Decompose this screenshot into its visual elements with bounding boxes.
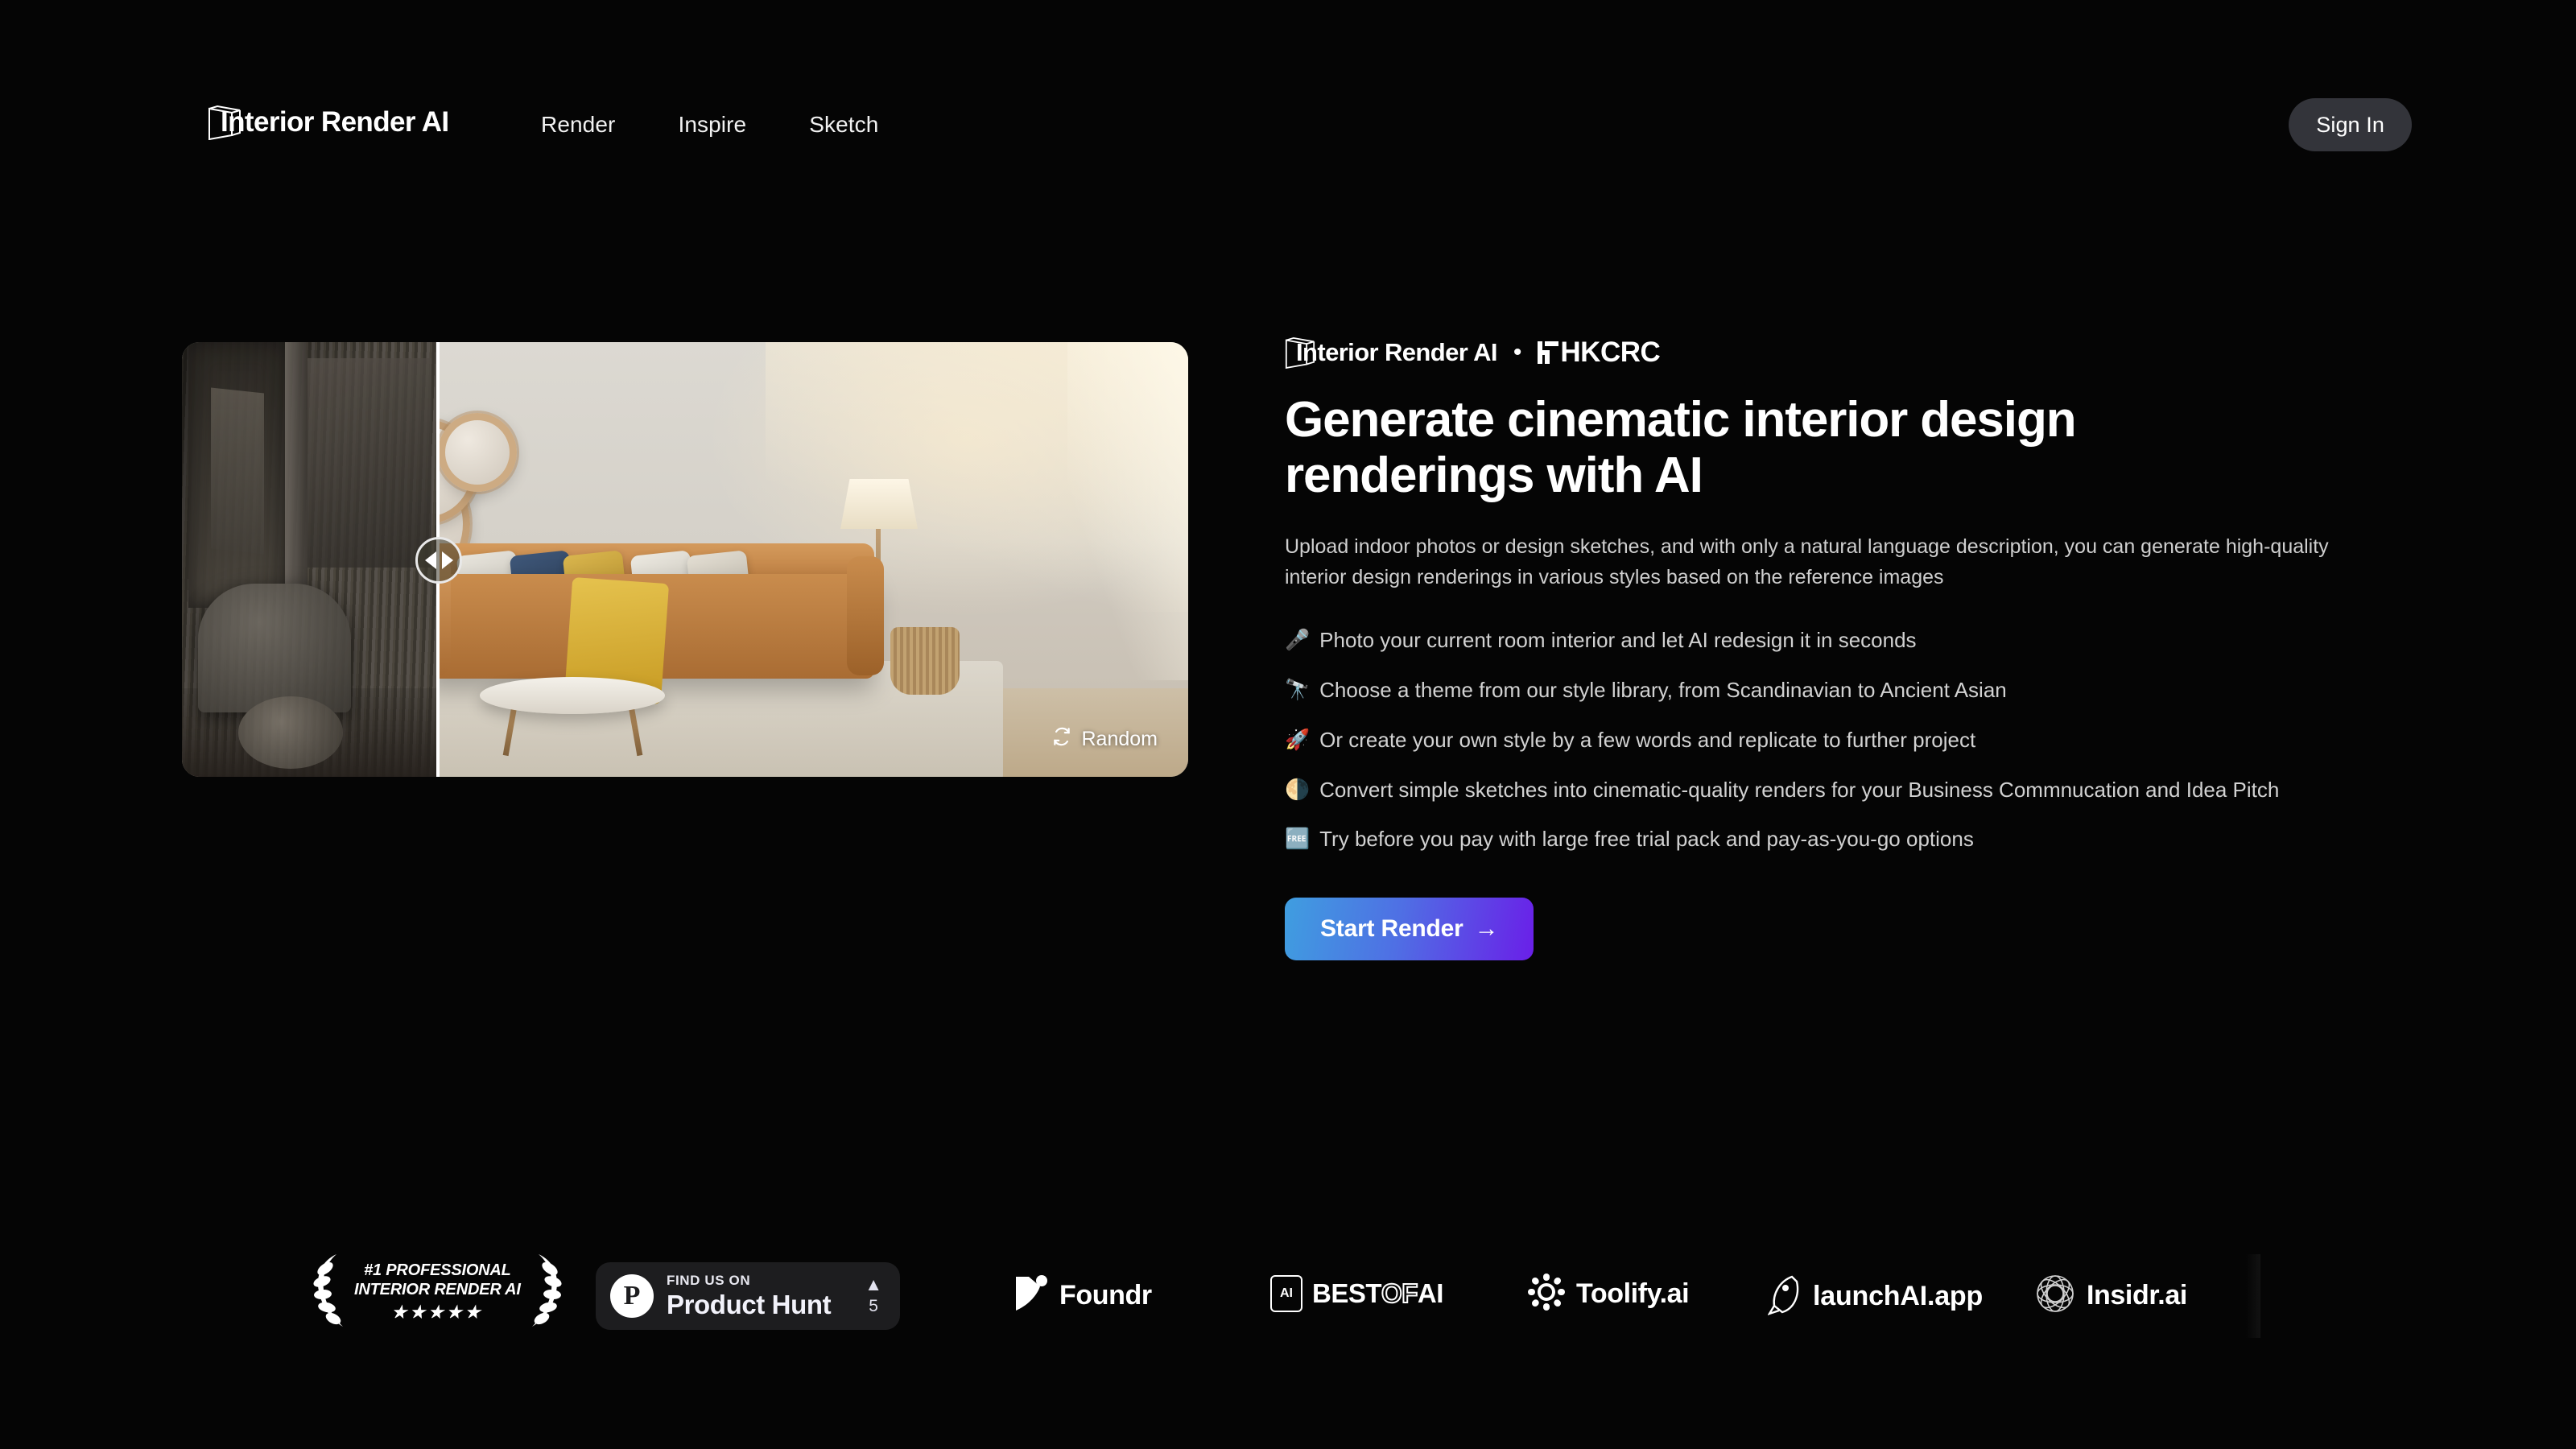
- free-button-emoji: 🆓: [1285, 828, 1311, 851]
- laurel-award-badge: #1 PROFESSIONAL INTERIOR RENDER AI ★★★★★: [312, 1251, 563, 1332]
- laurel-stars: ★★★★★: [391, 1302, 484, 1322]
- sign-in-button[interactable]: Sign In: [2289, 98, 2412, 151]
- insidr-name: Insidr.ai: [2087, 1280, 2187, 1311]
- site-header: Interior Render AI Render Inspire Sketch…: [0, 0, 2576, 177]
- boa-part-best: BEST: [1312, 1278, 1382, 1308]
- rocket-emoji: 🚀: [1285, 728, 1311, 751]
- feature-item: 🚀 Or create your own style by a few word…: [1285, 726, 2323, 755]
- microphone-emoji: 🎤: [1285, 628, 1311, 651]
- insidr-ai-logo[interactable]: Insidr.ai: [2035, 1274, 2187, 1318]
- right-arrow-icon: [441, 551, 453, 569]
- refresh-cycle-icon: [1051, 726, 1072, 753]
- hero-subtitle: Upload indoor photos or design sketches,…: [1285, 535, 2329, 588]
- hkcrc-mark-icon: [1538, 341, 1559, 364]
- product-hunt-title: Product Hunt: [667, 1289, 832, 1319]
- feature-text: Or create your own style by a few words …: [1319, 727, 1976, 752]
- toolify-name: Toolify.ai: [1576, 1278, 1690, 1309]
- best-of-ai-logo[interactable]: AI BEST O F AI: [1270, 1275, 1443, 1312]
- upvote-count: 5: [869, 1297, 878, 1315]
- main-nav: Render Inspire Sketch: [541, 112, 878, 138]
- hkcrc-logo: HKCRC: [1538, 336, 1661, 369]
- compare-slider-handle[interactable]: [415, 537, 462, 584]
- brand-logo[interactable]: Interior Render AI: [208, 103, 449, 142]
- round-mirror-small: [438, 413, 517, 492]
- nav-item-inspire[interactable]: Inspire: [678, 112, 746, 138]
- boa-part-f: F: [1401, 1278, 1418, 1309]
- page-title: Generate cinematic interior design rende…: [1285, 392, 2077, 504]
- left-arrow-icon: [424, 551, 436, 569]
- start-render-button[interactable]: Start Render →: [1285, 898, 1534, 961]
- feature-item: 🔭 Choose a theme from our style library,…: [1285, 676, 2323, 705]
- product-hunt-kicker: FIND US ON: [667, 1272, 751, 1288]
- arrow-right-icon: →: [1474, 915, 1499, 943]
- feature-text: Try before you pay with large free trial…: [1319, 827, 1974, 852]
- laurel-left-icon: [312, 1251, 349, 1332]
- foundr-mark-icon: [1013, 1274, 1048, 1318]
- coffee-table: [480, 677, 665, 714]
- boa-part-ai: AI: [1417, 1278, 1444, 1308]
- floor-lamp-shade: [840, 479, 918, 529]
- hkcrc-name: HKCRC: [1560, 336, 1661, 368]
- launch-rocket-icon: [1767, 1274, 1802, 1319]
- launchai-name: launchAI.app: [1813, 1281, 1984, 1311]
- telescope-emoji: 🔭: [1285, 678, 1311, 701]
- laurel-right-icon: [526, 1251, 563, 1332]
- product-hunt-text: FIND US ON Product Hunt: [667, 1272, 832, 1320]
- feature-item: 🌗 Convert simple sketches into cinematic…: [1285, 776, 2323, 805]
- before-after-compare-slider[interactable]: Random: [182, 342, 1188, 777]
- before-image-detail: [182, 342, 436, 777]
- laurel-line1: #1 PROFESSIONAL: [364, 1261, 511, 1279]
- eyebrow-separator: •: [1513, 339, 1522, 365]
- best-of-ai-name: BEST O F AI: [1312, 1278, 1443, 1309]
- woven-basket: [890, 627, 960, 695]
- eyebrow-brand-name: Interior Render AI: [1296, 338, 1497, 366]
- product-hunt-icon: P: [610, 1274, 654, 1318]
- laurel-line2: INTERIOR RENDER AI: [354, 1281, 521, 1299]
- logo-bar-scroll-fade: [2246, 1254, 2260, 1338]
- waning-gibbous-moon-emoji: 🌗: [1285, 778, 1311, 801]
- window-glow: [1067, 342, 1188, 680]
- feature-text: Convert simple sketches into cinematic-q…: [1319, 777, 2280, 802]
- foundr-logo[interactable]: Foundr: [1013, 1274, 1152, 1318]
- insidr-knot-icon: [2035, 1274, 2075, 1318]
- brand-name: Interior Render AI: [221, 106, 449, 138]
- product-hunt-upvote[interactable]: ▲ 5: [865, 1276, 882, 1316]
- boa-part-o: O: [1381, 1278, 1403, 1309]
- random-button[interactable]: Random: [1051, 726, 1158, 753]
- nav-item-sketch[interactable]: Sketch: [809, 112, 878, 138]
- hero-copy: Interior Render AI • HKCRC Generate cine…: [1285, 334, 2412, 961]
- upvote-arrow-icon: ▲: [865, 1274, 882, 1294]
- laurel-text: #1 PROFESSIONAL INTERIOR RENDER AI ★★★★★: [354, 1261, 521, 1323]
- random-label: Random: [1081, 728, 1158, 750]
- hero-eyebrow: Interior Render AI • HKCRC: [1285, 334, 2412, 371]
- feature-text: Choose a theme from our style library, f…: [1319, 677, 2007, 702]
- ai-ribbon-badge-icon: AI: [1270, 1275, 1302, 1312]
- feature-item: 🆓 Try before you pay with large free tri…: [1285, 825, 2323, 854]
- foundr-name: Foundr: [1059, 1280, 1152, 1311]
- feature-text: Photo your current room interior and let…: [1319, 627, 1917, 652]
- toolify-sun-icon: [1528, 1274, 1565, 1315]
- nav-item-render[interactable]: Render: [541, 112, 615, 138]
- feature-item: 🎤 Photo your current room interior and l…: [1285, 626, 2323, 655]
- product-hunt-badge[interactable]: P FIND US ON Product Hunt ▲ 5: [596, 1262, 900, 1330]
- start-render-label: Start Render: [1320, 915, 1463, 943]
- toolify-ai-logo[interactable]: Toolify.ai: [1528, 1274, 1690, 1315]
- sofa-arm-right: [847, 556, 884, 675]
- launchai-app-logo[interactable]: launchAI.app: [1767, 1274, 1984, 1319]
- feature-list: 🎤 Photo your current room interior and l…: [1285, 626, 2412, 854]
- partner-logo-bar: #1 PROFESSIONAL INTERIOR RENDER AI ★★★★★…: [0, 1240, 2576, 1352]
- before-image: [182, 342, 436, 777]
